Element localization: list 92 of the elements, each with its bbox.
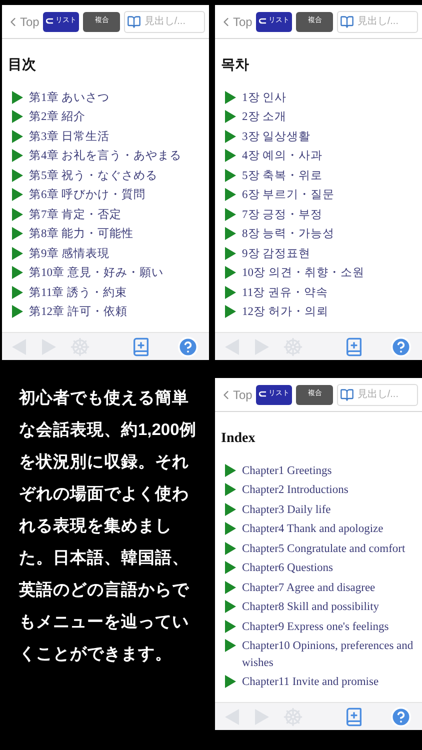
chapter-link[interactable]: 第11章 誘う・約束 — [29, 284, 127, 301]
bullet-triangle-icon — [225, 90, 236, 104]
page-title: 目次 — [7, 56, 37, 75]
bullet-triangle-icon — [225, 522, 236, 535]
chapter-link[interactable]: Chapter4 Thank and apologize — [242, 521, 384, 538]
bullet-triangle-icon — [225, 130, 236, 142]
page-title: 목차 — [220, 57, 250, 75]
book-icon — [340, 388, 354, 402]
bullet-triangle-icon — [12, 168, 23, 182]
bullet-triangle-icon — [225, 502, 236, 516]
page-title: Index — [220, 430, 256, 448]
search-input[interactable]: 見出し/... — [144, 14, 202, 29]
bullet-triangle-icon — [225, 227, 236, 240]
chapter-link[interactable]: 第7章 肯定・否定 — [29, 206, 122, 223]
bullet-triangle-icon — [12, 110, 23, 123]
description-text: 初心者でも使える簡単な会話表現、約1,200例を状況別に収録。それぞれの場面でよく使われる表現を集めました。日本語、韓国語、英語のどの言語からでもメニューを辿っていくことができます。 — [18, 388, 198, 665]
bullet-triangle-icon — [225, 168, 236, 182]
bullet-triangle-icon — [12, 286, 23, 298]
chapter-link[interactable]: 10장 의견・취향・소원 — [242, 265, 364, 282]
bullet-triangle-icon — [225, 639, 236, 652]
chapter-link[interactable]: Chapter8 Skill and possibility — [242, 599, 380, 616]
bullet-triangle-icon — [225, 561, 236, 574]
bullet-triangle-icon — [12, 246, 23, 260]
bullet-triangle-icon — [225, 620, 236, 632]
chapter-link[interactable]: 第4章 お礼を言う・あやまる — [29, 148, 182, 164]
chapter-link[interactable]: 5장 축복・위로 — [242, 168, 323, 184]
chapter-link[interactable]: 第9章 感情表現 — [29, 246, 110, 262]
chapter-link[interactable]: 12장 허가・의뢰 — [242, 304, 328, 320]
book-plus-icon[interactable] — [131, 336, 151, 356]
return-icon — [259, 391, 268, 398]
chapter-link[interactable]: 第1章 あいさつ — [29, 90, 110, 106]
bullet-triangle-icon — [12, 266, 23, 279]
chapter-link[interactable]: Chapter2 Introductions — [242, 482, 348, 498]
book-plus-icon[interactable] — [344, 336, 364, 356]
bullet-triangle-icon — [225, 464, 236, 476]
chapter-link[interactable]: 3장 일상생활 — [242, 128, 311, 145]
book-icon — [340, 14, 354, 28]
bullet-triangle-icon — [225, 110, 236, 123]
bullet-triangle-icon — [12, 149, 23, 162]
help-icon[interactable] — [390, 336, 412, 358]
chapter-link[interactable]: Chapter9 Express one's feelings — [242, 618, 389, 635]
bullet-triangle-icon — [12, 188, 23, 201]
search-input[interactable]: 見出し/... — [357, 14, 415, 29]
chapter-link[interactable]: 第10章 意見・好み・願い — [29, 265, 164, 282]
bullet-triangle-icon — [225, 483, 236, 496]
chapter-link[interactable]: Chapter5 Congratulate and comfort — [242, 540, 406, 557]
help-icon[interactable] — [390, 706, 412, 728]
chapter-link[interactable]: Chapter10 Opinions, preferences and wishes — [242, 638, 416, 671]
search-bar[interactable]: 見出し/... — [337, 10, 418, 32]
chapter-link[interactable]: Chapter6 Questions — [242, 560, 334, 576]
chapter-link[interactable]: 第8章 能力・可能性 — [29, 226, 134, 242]
chapter-link[interactable]: 8장 능력・가능성 — [242, 226, 335, 242]
bullet-triangle-icon — [225, 675, 236, 688]
chapter-link[interactable]: 9장 감정표현 — [242, 246, 311, 262]
chapter-link[interactable]: Chapter3 Daily life — [242, 502, 331, 518]
chapter-link[interactable]: 第2章 紹介 — [29, 109, 86, 126]
bullet-triangle-icon — [12, 130, 23, 142]
return-icon — [259, 18, 268, 25]
chapter-link[interactable]: 11장 권유・약속 — [242, 284, 328, 301]
chapter-link[interactable]: 6장 부르기・질문 — [242, 187, 335, 204]
book-icon — [127, 14, 142, 28]
bullet-triangle-icon — [225, 286, 236, 298]
return-icon — [46, 18, 54, 25]
chapter-link[interactable]: Chapter7 Agree and disagree — [242, 580, 376, 596]
chapter-link[interactable]: 第3章 日常生活 — [29, 128, 110, 145]
bullet-triangle-icon — [12, 227, 23, 240]
bullet-triangle-icon — [225, 246, 236, 260]
help-icon[interactable] — [177, 336, 199, 358]
chapter-link[interactable]: 7장 긍정・부정 — [242, 206, 323, 223]
bullet-triangle-icon — [12, 90, 23, 104]
bullet-triangle-icon — [225, 580, 236, 594]
bullet-triangle-icon — [225, 600, 236, 613]
bullet-triangle-icon — [225, 208, 236, 220]
chapter-link[interactable]: Chapter1 Greetings — [242, 462, 332, 479]
bullet-triangle-icon — [12, 208, 23, 220]
bullet-triangle-icon — [12, 305, 23, 318]
bullet-triangle-icon — [225, 149, 236, 162]
book-plus-icon[interactable] — [344, 706, 364, 726]
search-bar[interactable]: 見出し/... — [124, 10, 205, 32]
chapter-link[interactable]: 第5章 祝う・なぐさめる — [29, 168, 158, 184]
bullet-triangle-icon — [225, 188, 236, 201]
chapter-link[interactable]: Chapter11 Invite and promise — [242, 674, 379, 690]
search-bar[interactable]: 見出し/... — [337, 384, 418, 406]
search-input[interactable]: 見出し/... — [357, 387, 415, 402]
chapter-link[interactable]: 2장 소개 — [242, 109, 287, 126]
chapter-link[interactable]: 第6章 呼びかけ・質問 — [29, 187, 146, 204]
bullet-triangle-icon — [225, 305, 236, 318]
bullet-triangle-icon — [225, 266, 236, 279]
bullet-triangle-icon — [225, 542, 236, 554]
chapter-link[interactable]: 第12章 許可・依頼 — [29, 304, 128, 320]
chapter-link[interactable]: 1장 인사 — [242, 90, 287, 106]
chapter-link[interactable]: 4장 예의・사과 — [242, 148, 323, 164]
